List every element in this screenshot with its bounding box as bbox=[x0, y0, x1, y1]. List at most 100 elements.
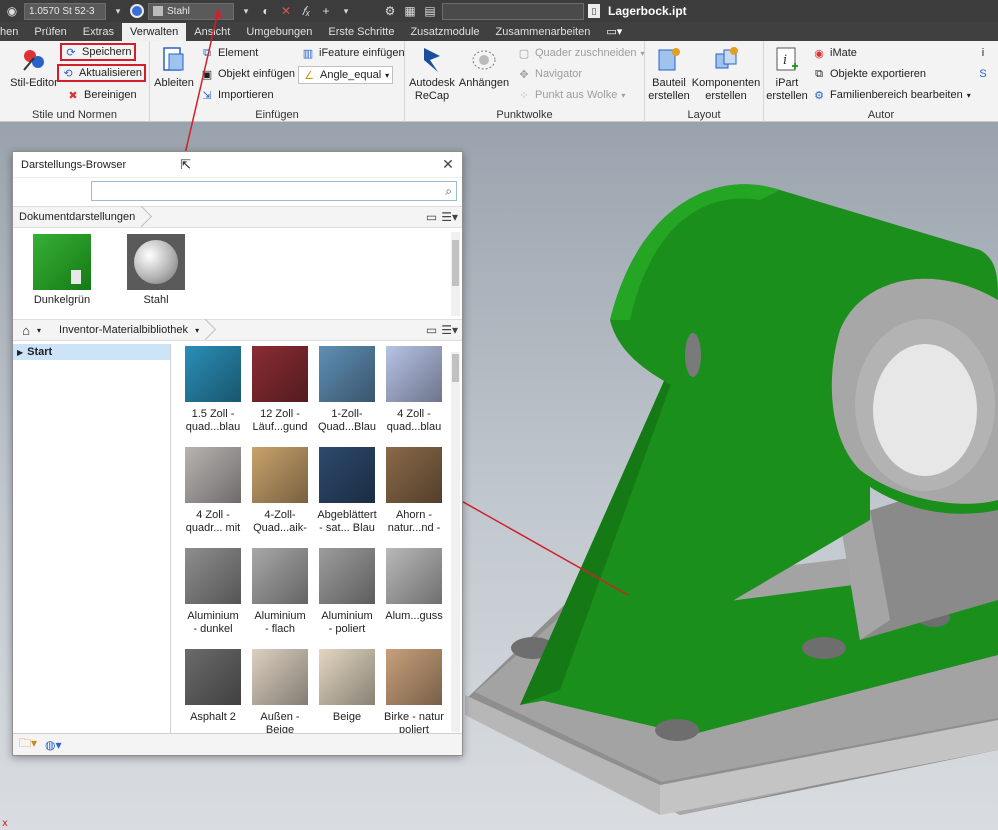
doc-appearance-dunkelgruen[interactable]: Dunkelgrün bbox=[27, 234, 97, 306]
speichern-button[interactable]: ⟳ Speichern bbox=[60, 43, 136, 61]
browser-title: Darstellungs-Browser bbox=[21, 158, 127, 171]
objekte-exportieren-button[interactable]: ⧉ Objekte exportieren bbox=[812, 67, 926, 81]
create-material-icon[interactable]: ◍▾ bbox=[45, 738, 62, 752]
home-arrow-icon[interactable]: ▾ bbox=[37, 326, 41, 335]
element-button[interactable]: ⧉ Element bbox=[200, 46, 258, 60]
material-tile[interactable]: 12 Zoll - Läuf...gund bbox=[246, 346, 314, 434]
breadcrumb-materialbibliothek[interactable]: Inventor-Materialbibliothek ▾ bbox=[53, 319, 209, 341]
appearance-dropdown-arrow-icon[interactable]: ▾ bbox=[238, 3, 254, 19]
quader-zuschneiden-button[interactable]: ▢ Quader zuschneiden ▾ bbox=[517, 46, 645, 60]
tab-ansicht[interactable]: Ansicht bbox=[186, 23, 238, 41]
ribbon-options-icon[interactable]: ▭▾ bbox=[598, 23, 630, 41]
tab-verwalten[interactable]: Verwalten bbox=[121, 23, 187, 41]
qat-more-icon[interactable]: ▾ bbox=[338, 3, 354, 19]
material-tile[interactable]: 4-Zoll- Quad...aik- bbox=[246, 447, 314, 535]
material-tile[interactable]: Aluminium - dunkel bbox=[179, 548, 247, 636]
navigator-button[interactable]: ✥ Navigator bbox=[517, 67, 582, 81]
importieren-button[interactable]: ⇲ Importieren bbox=[200, 88, 273, 102]
tab-umgebungen[interactable]: Umgebungen bbox=[238, 23, 320, 41]
tree-expand-icon[interactable]: ▶ bbox=[17, 348, 23, 357]
search-input[interactable]: ⌕ bbox=[91, 181, 457, 201]
breadcrumb-dokumentdarstellungen[interactable]: Dokumentdarstellungen bbox=[13, 206, 145, 228]
appearance-color-icon[interactable] bbox=[130, 4, 144, 18]
ipart-erstellen-button[interactable]: i iPart erstellen bbox=[766, 45, 808, 103]
library-scrollbar[interactable] bbox=[451, 352, 460, 732]
tab-zusammenarbeiten[interactable]: Zusammenarbeiten bbox=[488, 23, 599, 41]
tab-extras[interactable]: Extras bbox=[75, 23, 122, 41]
material-dropdown-arrow-icon[interactable]: ▾ bbox=[110, 3, 126, 19]
angle-equal-dropdown[interactable]: ∠ Angle_equal ▾ bbox=[298, 66, 394, 84]
material-label-line1: 1.5 Zoll - bbox=[191, 408, 235, 420]
fx-parameters-icon[interactable]: 𝑓ₓ bbox=[298, 3, 314, 19]
material-tile[interactable]: Aluminium - poliert bbox=[313, 548, 381, 636]
browser-titlebar[interactable]: Darstellungs-Browser ⇱ bbox=[13, 152, 462, 178]
appearance-dropdown[interactable]: Stahl bbox=[148, 2, 234, 20]
home-icon[interactable]: ⌂ bbox=[19, 323, 33, 338]
panel-einfuegen: Ableiten ⧉ Element ▣ Objekt einfügen ⇲ I… bbox=[150, 41, 405, 122]
imate-button[interactable]: ◉ iMate bbox=[812, 46, 857, 60]
doc-appearance-stahl[interactable]: Stahl bbox=[121, 234, 191, 306]
material-dropdown[interactable]: 1.0570 St 52-3 bbox=[24, 2, 106, 20]
save-icon[interactable]: ▤ bbox=[422, 3, 438, 19]
panel-title-autor: Autor bbox=[867, 109, 895, 121]
globe-icon[interactable]: ◉ bbox=[4, 3, 20, 19]
close-icon[interactable]: ✕ bbox=[440, 156, 456, 172]
autodesk-recap-button[interactable]: Autodesk ReCap bbox=[409, 45, 455, 103]
library-panel-toggle-icon[interactable]: ▭ bbox=[426, 323, 437, 337]
familienbereich-button[interactable]: ⚙ Familienbereich bearbeiten ▾ bbox=[812, 88, 971, 102]
tree-item-start[interactable]: ▶ Start bbox=[13, 344, 170, 360]
tree-start-label: Start bbox=[27, 346, 53, 358]
panel-title-punktwolke: Punktwolke bbox=[496, 109, 553, 121]
ableiten-button[interactable]: Ableiten bbox=[152, 45, 196, 90]
search-icon[interactable]: ⌕ bbox=[445, 184, 452, 199]
element-label: Element bbox=[218, 47, 259, 59]
material-tile[interactable]: Aluminium - flach bbox=[246, 548, 314, 636]
material-tile[interactable]: Asphalt 2 bbox=[179, 649, 247, 724]
material-tile[interactable]: Abgeblättert - sat... Blau bbox=[313, 447, 381, 535]
material-tile[interactable]: Beige bbox=[313, 649, 381, 724]
objekte-exportieren-label: Objekte exportieren bbox=[830, 68, 926, 80]
material-thumbnail-icon bbox=[386, 346, 442, 402]
settings-icon[interactable]: ⚙ bbox=[382, 3, 398, 19]
doc-scrollbar[interactable] bbox=[451, 232, 460, 316]
tab-hen[interactable]: hen bbox=[0, 23, 26, 41]
open-library-icon[interactable]: 🗀▾ bbox=[19, 734, 37, 755]
panel-toggle-icon[interactable]: ▭ bbox=[426, 210, 437, 224]
stil-editor-button[interactable]: Stil-Editor bbox=[8, 45, 60, 90]
bauteil-erstellen-button[interactable]: Bauteil erstellen bbox=[647, 45, 691, 103]
adjust-appearance-icon[interactable]: ◐ bbox=[258, 3, 274, 19]
material-tile[interactable]: 4 Zoll - quad...blau bbox=[380, 346, 448, 434]
material-tile[interactable]: Ahorn - natur...nd - bbox=[380, 447, 448, 535]
bauteil-icon bbox=[654, 45, 684, 75]
tab-erste-schritte[interactable]: Erste Schritte bbox=[320, 23, 402, 41]
library-list-view-icon[interactable]: ☰▾ bbox=[441, 323, 458, 337]
autor-extra-button-1[interactable]: i bbox=[976, 46, 990, 60]
objekt-einfuegen-button[interactable]: ▣ Objekt einfügen bbox=[200, 67, 295, 81]
list-view-icon[interactable]: ☰▾ bbox=[441, 210, 458, 224]
grid-icon[interactable]: ▦ bbox=[402, 3, 418, 19]
tab-pruefen[interactable]: Prüfen bbox=[26, 23, 74, 41]
material-label-line2: quadr... mit bbox=[185, 522, 241, 534]
material-label-line1: Aluminium bbox=[254, 610, 306, 622]
ribbon-tabs: hen Prüfen Extras Verwalten Ansicht Umge… bbox=[0, 22, 998, 41]
clear-appearance-icon[interactable]: ✕ bbox=[278, 3, 294, 19]
material-tile[interactable]: 1.5 Zoll - quad...blau bbox=[179, 346, 247, 434]
ableiten-label: Ableiten bbox=[154, 77, 194, 89]
qat-empty-dropdown[interactable] bbox=[442, 2, 584, 20]
aktualisieren-button[interactable]: ⟲ Aktualisieren bbox=[57, 64, 146, 82]
punkt-aus-wolke-label: Punkt aus Wolke bbox=[535, 89, 618, 101]
punkt-aus-wolke-button[interactable]: ⁘ Punkt aus Wolke ▾ bbox=[517, 88, 625, 102]
material-label-line1: Asphalt 2 bbox=[190, 711, 236, 723]
tab-zusatzmodule[interactable]: Zusatzmodule bbox=[402, 23, 487, 41]
material-tile[interactable]: 1-Zoll- Quad...Blau bbox=[313, 346, 381, 434]
anhaengen-button[interactable]: Anhängen bbox=[457, 45, 511, 90]
bereinigen-button[interactable]: ✖ Bereinigen bbox=[66, 88, 136, 102]
autor-extra-button-2[interactable]: S bbox=[976, 67, 990, 81]
material-tile[interactable]: Birke - natur poliert bbox=[380, 649, 448, 734]
ifeature-einfuegen-button[interactable]: ▥ iFeature einfügen bbox=[301, 46, 405, 60]
material-tile[interactable]: Alum...guss bbox=[380, 548, 448, 623]
komponenten-erstellen-button[interactable]: Komponenten erstellen bbox=[691, 45, 761, 103]
material-tile[interactable]: Außen - Beige bbox=[246, 649, 314, 734]
plus-icon[interactable]: + bbox=[318, 3, 334, 19]
material-tile[interactable]: 4 Zoll - quadr... mit bbox=[179, 447, 247, 535]
